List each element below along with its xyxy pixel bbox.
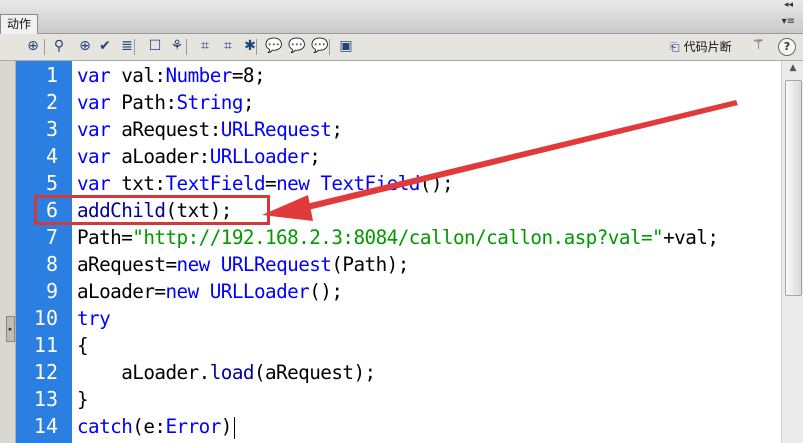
annotation-arrow-head [262, 195, 313, 221]
annotation-arrow-shaft [298, 100, 738, 212]
annotation-arrow [262, 100, 738, 221]
